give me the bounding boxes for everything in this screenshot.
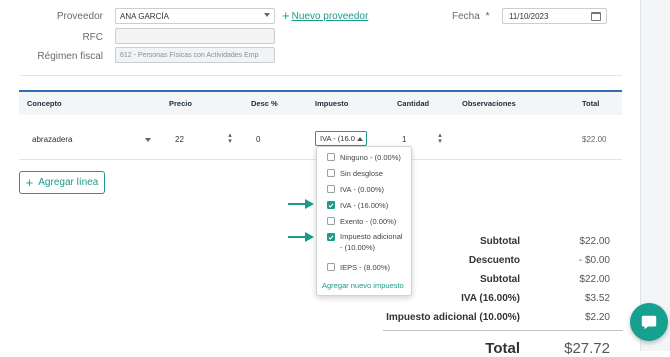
plus-icon: + <box>282 8 290 23</box>
regimen-label: Régimen fiscal <box>37 51 103 62</box>
tax-option-label: IVA - (16.00%) <box>340 200 389 210</box>
subtotal2-value: $22.00 <box>579 274 610 285</box>
header-observaciones: Observaciones <box>462 99 516 108</box>
precio-cell[interactable]: 22 <box>175 135 184 144</box>
check-icon <box>328 202 334 208</box>
desc-cell[interactable]: 0 <box>256 135 260 144</box>
header-total: Total <box>582 99 600 108</box>
checkbox[interactable] <box>327 185 335 193</box>
required-asterisk: * <box>485 11 490 22</box>
descuento-value: - $0.00 <box>578 255 610 266</box>
nuevo-proveedor-label: Nuevo proveedor <box>291 10 369 22</box>
fecha-value: 11/10/2023 <box>509 11 549 21</box>
proveedor-select[interactable]: ANA GARCÍA <box>115 8 275 24</box>
tax-option-ninguno[interactable]: Ninguno - (0.00%) <box>317 149 401 165</box>
checkbox[interactable] <box>327 169 335 177</box>
tax-option-ieps[interactable]: IEPS - (8.00%) <box>317 259 390 275</box>
arrow-right-icon <box>288 199 314 209</box>
add-line-button[interactable]: + Agregar línea <box>19 171 105 194</box>
rfc-input[interactable] <box>115 28 275 44</box>
tax-option-label: Ninguno - (0.00%) <box>340 152 401 162</box>
header-precio: Precio <box>169 99 192 108</box>
tax-option-iva-16[interactable]: IVA - (16.00%) <box>317 197 388 213</box>
calendar-icon <box>591 12 601 21</box>
tax-option-exento[interactable]: Exento - (0.00%) <box>317 213 396 229</box>
fecha-input[interactable]: 11/10/2023 <box>502 8 607 24</box>
tax-option-label: IEPS - (8.00%) <box>340 262 391 272</box>
proveedor-value: ANA GARCÍA <box>120 11 169 21</box>
fecha-label: Fecha * <box>452 11 489 22</box>
cantidad-cell[interactable]: 1 <box>402 135 406 144</box>
checkbox[interactable] <box>327 217 335 225</box>
header-desc: Desc % <box>251 99 278 108</box>
header-concepto: Concepto <box>27 99 62 108</box>
regimen-value: 612 - Personas Físicas con Actividades E… <box>120 51 259 59</box>
arrow-right-icon <box>288 232 314 242</box>
tax-option-label: Exento - (0.00%) <box>340 216 397 226</box>
precio-spinner-icon[interactable]: ▴ ▾ <box>226 132 234 145</box>
tax-option-iva-0[interactable]: IVA - (0.00%) <box>317 181 384 197</box>
tax-dropdown: Ninguno - (0.00%) Sin desglose IVA - (0.… <box>316 146 412 296</box>
checkbox[interactable] <box>327 263 335 271</box>
fecha-label-text: Fecha <box>452 11 480 22</box>
tax-option-label-rate: - (10.00%) <box>340 243 376 252</box>
impuesto-select[interactable]: IVA - (16.0 <box>315 131 367 146</box>
chat-button[interactable] <box>630 303 668 341</box>
add-line-label: Agregar línea <box>38 177 99 188</box>
total-value: $27.72 <box>564 340 610 357</box>
total-cell: $22.00 <box>582 135 607 144</box>
checkbox-checked[interactable] <box>327 233 335 241</box>
rfc-label: RFC <box>82 32 103 43</box>
tax-option-label: Sin desglose <box>340 168 383 178</box>
nuevo-proveedor-link[interactable]: + Nuevo proveedor <box>282 9 368 23</box>
cantidad-spinner-icon[interactable]: ▴ ▾ <box>436 132 444 145</box>
right-panel-edge <box>640 0 670 351</box>
header-cantidad: Cantidad <box>397 99 430 108</box>
regimen-input[interactable]: 612 - Personas Físicas con Actividades E… <box>115 47 275 63</box>
chevron-down-icon[interactable] <box>145 138 151 142</box>
checkbox-checked[interactable] <box>327 201 335 209</box>
chevron-up-icon <box>357 137 363 141</box>
iva-value: $3.52 <box>584 293 610 304</box>
concepto-cell[interactable]: abrazadera <box>32 135 72 144</box>
header-impuesto: Impuesto <box>315 99 349 108</box>
impuesto-adicional-value: $2.20 <box>584 312 610 323</box>
impuesto-value: IVA - (16.0 <box>320 134 355 143</box>
chevron-down-icon <box>264 13 270 17</box>
checkbox[interactable] <box>327 153 335 161</box>
check-icon <box>328 234 334 240</box>
total-label: Total <box>485 340 520 357</box>
tax-option-label: Impuesto adicional <box>340 232 403 241</box>
impuesto-adicional-label: Impuesto adicional (10.00%) <box>386 312 520 323</box>
add-new-tax-link[interactable]: Agregar nuevo impuesto <box>322 281 404 290</box>
section-divider <box>20 75 622 76</box>
chat-icon <box>641 315 657 330</box>
tax-option-sin-desglose[interactable]: Sin desglose <box>317 165 383 181</box>
tax-option-label: IVA - (0.00%) <box>340 184 385 194</box>
tax-option-impuesto-adicional[interactable]: Impuesto adicional - (10.00%) <box>317 231 403 257</box>
subtotal-value: $22.00 <box>579 236 610 247</box>
plus-icon: + <box>25 174 34 190</box>
proveedor-label: Proveedor <box>56 11 103 22</box>
totals-divider <box>383 330 623 331</box>
